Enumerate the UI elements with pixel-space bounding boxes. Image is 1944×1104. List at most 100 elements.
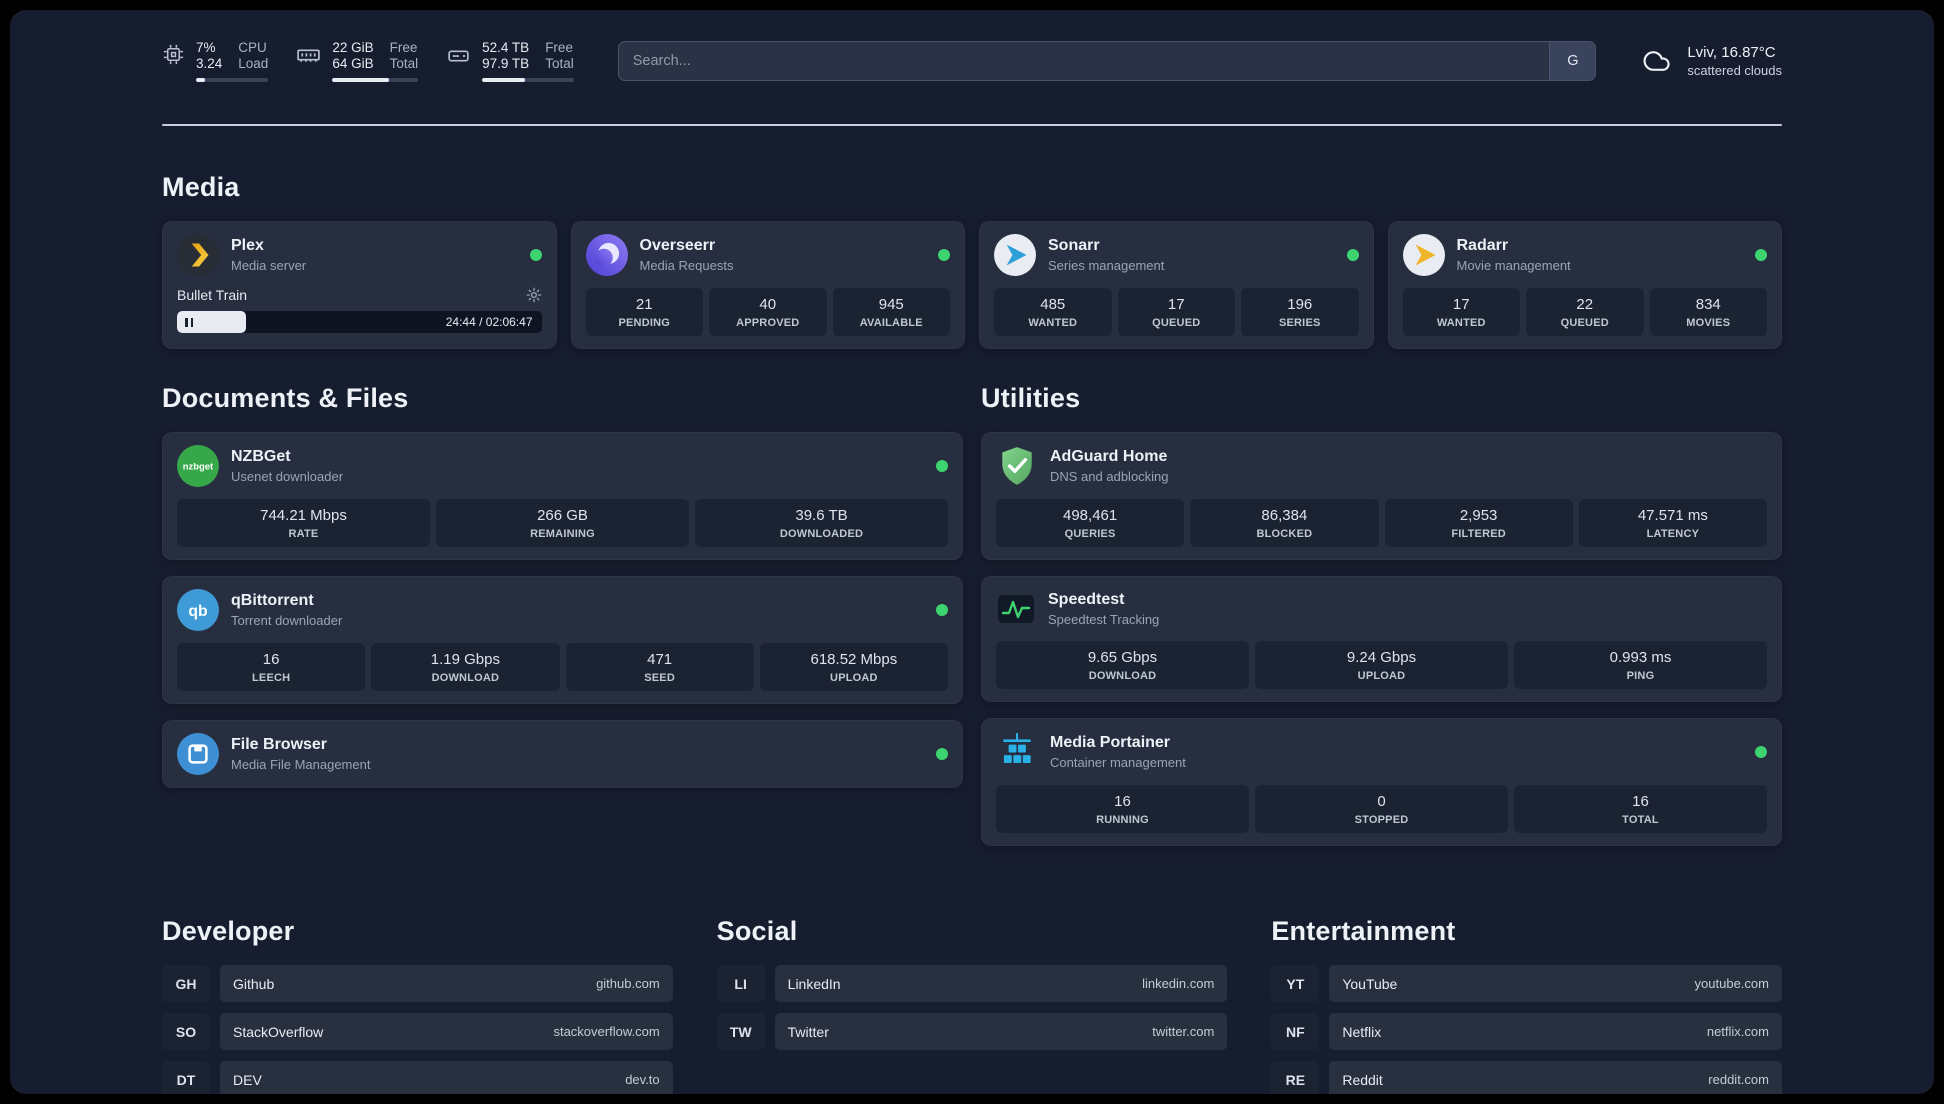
search-engine-button[interactable]: G [1549, 42, 1596, 80]
app-name: Speedtest [1048, 591, 1125, 608]
stat-seed: 471 SEED [565, 643, 754, 691]
stat-queued: 22 QUEUED [1526, 288, 1644, 336]
app-name: Media Portainer [1050, 734, 1171, 751]
bookmark-url: twitter.com [1152, 1024, 1215, 1039]
app-subtitle: Media Requests [639, 258, 734, 273]
app-subtitle: DNS and adblocking [1050, 469, 1169, 484]
status-dot [936, 460, 948, 472]
bookmark-tag: SO [162, 1013, 210, 1050]
stat-wanted: 485 WANTED [994, 288, 1112, 336]
stat-ping: 0.993 ms PING [1514, 641, 1767, 689]
stat-downloaded: 39.6 TB DOWNLOADED [695, 499, 948, 547]
weather-widget: Lviv, 16.87°C scattered clouds [1638, 44, 1782, 78]
stat-movies: 834 MOVIES [1649, 288, 1767, 336]
section-title-developer: Developer [162, 916, 295, 946]
bookmark-tag: TW [716, 1013, 765, 1050]
sonarr-icon [994, 234, 1036, 276]
section-title-social: Social [716, 916, 798, 946]
section-title-entertainment: Entertainment [1271, 916, 1456, 946]
stat-blocked: 86,384 BLOCKED [1190, 499, 1379, 547]
filebrowser-icon [177, 733, 219, 775]
app-card-qbittorrent[interactable]: qb qBittorrent Torrent downloader 16 LEEC… [162, 576, 963, 704]
app-card-nzbget[interactable]: nzbget NZBGet Usenet downloader 744.21 M… [162, 432, 963, 560]
bookmark-name: Twitter [787, 1023, 829, 1040]
bookmark-name: DEV [233, 1071, 262, 1088]
app-card-portainer[interactable]: Media Portainer Container management 16 R… [981, 718, 1782, 846]
stat-download: 9.65 Gbps DOWNLOAD [996, 641, 1249, 689]
developer-column: Developer GH Github github.com SO StackO… [162, 862, 673, 1094]
top-bar: 7% CPU 3.24 Load 22 GiB Free 64 GiB Tota… [162, 40, 1782, 82]
app-card-speedtest[interactable]: Speedtest Speedtest Tracking 9.65 Gbps DO… [981, 576, 1782, 702]
app-card-plex[interactable]: Plex Media server Bullet Train 24:44 / 0… [162, 221, 557, 349]
app-card-radarr[interactable]: Radarr Movie management 17 WANTED 22 QUEUE… [1387, 221, 1782, 349]
media-grid: Plex Media server Bullet Train 24:44 / 0… [162, 221, 1782, 349]
app-name: Radarr [1456, 237, 1509, 254]
bookmark-dev[interactable]: DT DEV dev.to [162, 1061, 673, 1094]
bookmark-stackoverflow[interactable]: SO StackOverflow stackoverflow.com [162, 1013, 673, 1050]
app-card-filebrowser[interactable]: File Browser Media File Management [162, 720, 963, 788]
bookmark-name: StackOverflow [233, 1023, 324, 1040]
bookmark-url: youtube.com [1694, 976, 1769, 991]
app-name: AdGuard Home [1050, 448, 1168, 465]
app-subtitle: Media server [231, 258, 307, 273]
app-card-adguard[interactable]: AdGuard Home DNS and adblocking 498,461 Q… [981, 432, 1782, 560]
bookmark-tag: YT [1271, 965, 1320, 1002]
status-dot [938, 249, 950, 261]
stat-leech: 16 LEECH [177, 643, 366, 691]
pause-button[interactable] [177, 311, 247, 333]
app-subtitle: Media File Management [231, 757, 371, 772]
divider [162, 124, 1782, 126]
bookmark-tag: DT [162, 1061, 210, 1094]
bookmark-tag: RE [1271, 1061, 1320, 1094]
bookmark-url: github.com [596, 976, 660, 991]
bookmark-name: Netflix [1342, 1023, 1382, 1040]
stat-upload: 618.52 Mbps UPLOAD [759, 643, 948, 691]
search-input[interactable] [618, 53, 1550, 69]
bookmark-twitter[interactable]: TW Twitter twitter.com [716, 1013, 1228, 1050]
cpu-load-value: 3.24 [196, 56, 223, 71]
disk-icon [448, 50, 469, 62]
stat-wanted: 17 WANTED [1402, 288, 1520, 336]
status-dot [936, 604, 948, 616]
app-name: Plex [231, 237, 264, 254]
status-dot [936, 748, 948, 760]
memory-icon [297, 49, 321, 62]
bookmark-url: stackoverflow.com [553, 1024, 660, 1039]
dashboard: 7% CPU 3.24 Load 22 GiB Free 64 GiB Tota… [10, 10, 1934, 1094]
bookmark-github[interactable]: GH Github github.com [162, 965, 673, 1002]
bookmark-url: linkedin.com [1142, 976, 1215, 991]
stat-available: 945 AVAILABLE [832, 288, 950, 336]
status-dot [1755, 746, 1767, 758]
portainer-icon [1003, 733, 1031, 764]
bookmark-tag: GH [162, 965, 210, 1002]
bookmark-youtube[interactable]: YT YouTube youtube.com [1271, 965, 1782, 1002]
section-title-media: Media [162, 172, 240, 202]
bookmark-netflix[interactable]: NF Netflix netflix.com [1271, 1013, 1782, 1050]
bookmark-name: LinkedIn [787, 975, 841, 992]
speedtest-icon [998, 595, 1034, 623]
playback-progress-bar[interactable]: 24:44 / 02:06:47 [177, 311, 542, 333]
playback-time: 24:44 / 02:06:47 [445, 315, 533, 329]
app-card-sonarr[interactable]: Sonarr Series management 485 WANTED 17 QUE… [979, 221, 1374, 349]
bookmark-reddit[interactable]: RE Reddit reddit.com [1271, 1061, 1782, 1094]
status-dot [1346, 249, 1359, 261]
plex-icon [177, 234, 219, 276]
bookmark-name: Reddit [1342, 1071, 1383, 1088]
app-card-overseerr[interactable]: Overseerr Media Requests 21 PENDING 40 APP… [570, 221, 965, 349]
app-subtitle: Torrent downloader [231, 613, 343, 628]
memory-free-label: Free [389, 40, 418, 55]
app-name: Overseerr [639, 237, 716, 254]
app-name: File Browser [231, 736, 328, 753]
app-subtitle: Usenet downloader [231, 469, 344, 484]
stat-series: 196 SERIES [1241, 288, 1359, 336]
app-name: Sonarr [1048, 237, 1100, 254]
gear-icon[interactable] [526, 287, 542, 303]
disk-total-value: 97.9 TB [482, 56, 530, 71]
section-title-documents: Documents & Files [162, 383, 409, 413]
now-playing-title: Bullet Train [177, 287, 248, 303]
memory-monitor: 22 GiB Free 64 GiB Total [296, 40, 419, 82]
bookmark-tag: LI [716, 965, 765, 1002]
app-name: NZBGet [231, 448, 291, 465]
bookmark-linkedin[interactable]: LI LinkedIn linkedin.com [716, 965, 1228, 1002]
weather-condition: scattered clouds [1687, 63, 1782, 78]
